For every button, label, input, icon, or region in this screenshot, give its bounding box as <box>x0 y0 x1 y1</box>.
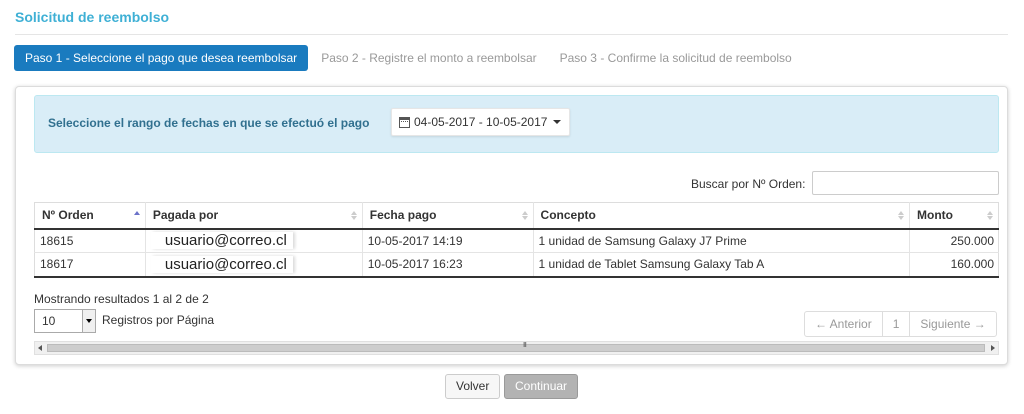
table-header: Nº Orden Pagada por Fecha pago Concepto … <box>34 202 999 230</box>
date-range-picker[interactable]: 04-05-2017 - 10-05-2017 <box>391 108 570 136</box>
cell-pagada-por: usuario@correo.cl <box>145 228 363 253</box>
pagination: ← Anterior 1 Siguiente → <box>804 311 997 337</box>
step-2[interactable]: Paso 2 - Registre el monto a reembolsar <box>311 45 546 71</box>
sort-icon <box>521 211 528 220</box>
column-header-concepto[interactable]: Concepto <box>533 202 911 230</box>
payments-panel: Seleccione el rango de fechas en que se … <box>15 86 1008 365</box>
date-filter-label: Seleccione el rango de fechas en que se … <box>48 116 370 130</box>
continue-button[interactable]: Continuar <box>504 374 579 399</box>
cell-concepto: 1 unidad de Tablet Samsung Galaxy Tab A <box>533 252 911 278</box>
payments-table: Nº Orden Pagada por Fecha pago Concepto … <box>34 202 999 278</box>
title-divider <box>15 34 1008 35</box>
search-label: Buscar por Nº Orden: <box>691 177 806 191</box>
step-1[interactable]: Paso 1 - Seleccione el pago que desea re… <box>14 45 309 71</box>
pagination-next[interactable]: Siguiente → <box>910 312 995 336</box>
cell-fecha: 10-05-2017 14:19 <box>362 228 534 253</box>
table-row[interactable]: 18615 usuario@correo.cl 10-05-2017 14:19… <box>34 228 999 253</box>
pagination-prev[interactable]: ← Anterior <box>805 312 883 336</box>
cell-monto: 250.000 <box>909 228 999 253</box>
cell-orden: 18615 <box>34 228 146 253</box>
page-title: Solicitud de reembolso <box>15 9 170 25</box>
cell-pagada-por: usuario@correo.cl <box>145 252 363 278</box>
table-row[interactable]: 18617 usuario@correo.cl 10-05-2017 16:23… <box>34 252 999 278</box>
back-button[interactable]: Volver <box>445 374 501 399</box>
column-header-orden[interactable]: Nº Orden <box>34 202 146 230</box>
cell-orden: 18617 <box>34 252 146 278</box>
payer-email: usuario@correo.cl <box>150 255 293 273</box>
column-header-monto[interactable]: Monto <box>909 202 999 230</box>
scroll-right-icon[interactable] <box>991 345 995 351</box>
payer-email: usuario@correo.cl <box>150 232 293 250</box>
sort-icon <box>987 211 993 220</box>
cell-fecha: 10-05-2017 16:23 <box>362 252 534 278</box>
date-filter-box: Seleccione el rango de fechas en que se … <box>34 95 999 153</box>
cell-concepto: 1 unidad de Samsung Galaxy J7 Prime <box>533 228 911 253</box>
sort-icon <box>350 211 357 220</box>
column-header-pagada-por[interactable]: Pagada por <box>145 202 363 230</box>
scroll-left-icon[interactable] <box>38 345 42 351</box>
pagination-page[interactable]: 1 <box>883 312 911 336</box>
wizard-steps: Paso 1 - Seleccione el pago que desea re… <box>14 45 805 71</box>
search-order-input[interactable] <box>812 171 999 195</box>
caret-down-icon <box>553 120 562 124</box>
calendar-icon <box>399 116 410 128</box>
sort-icon <box>133 211 140 216</box>
horizontal-scrollbar[interactable]: III <box>34 341 999 355</box>
scroll-thumb[interactable]: III <box>47 342 985 352</box>
sort-icon <box>898 211 905 220</box>
chevron-down-icon <box>82 310 95 332</box>
scroll-grip: III <box>523 342 527 349</box>
step-3[interactable]: Paso 3 - Confirme la solicitud de reembo… <box>550 45 802 71</box>
cell-monto: 160.000 <box>909 252 999 278</box>
date-range-value: 04-05-2017 - 10-05-2017 <box>414 115 548 129</box>
per-page-label: Registros por Página <box>102 313 215 327</box>
per-page-select[interactable]: 10 <box>34 309 96 333</box>
per-page-value: 10 <box>42 314 56 328</box>
column-header-fecha-pago[interactable]: Fecha pago <box>362 202 534 230</box>
results-summary: Mostrando resultados 1 al 2 de 2 <box>34 292 209 306</box>
